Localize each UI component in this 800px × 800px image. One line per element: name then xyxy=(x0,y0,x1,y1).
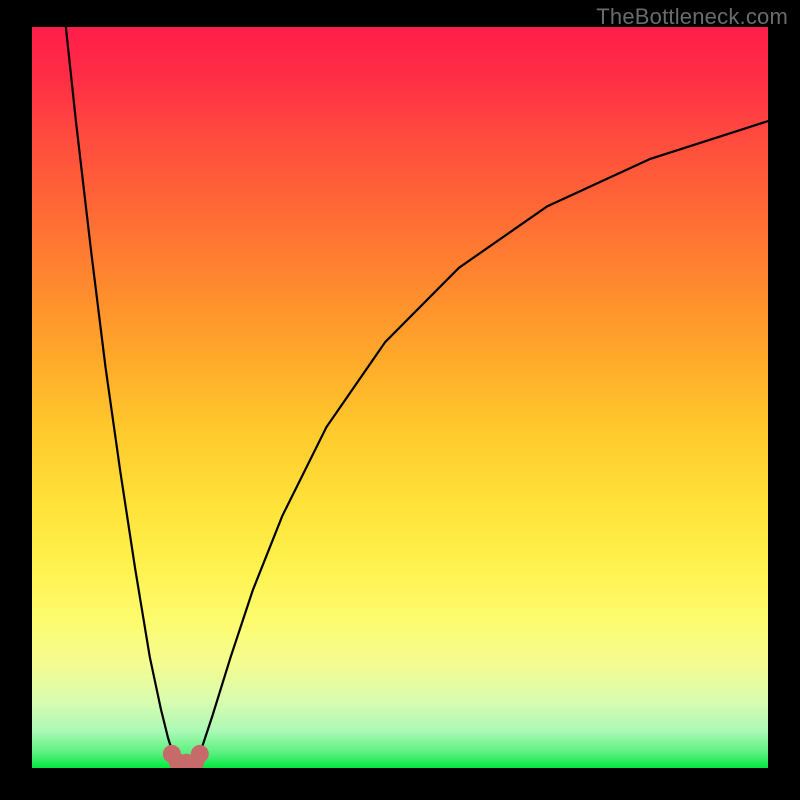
curve-right-branch xyxy=(195,121,768,762)
trough-markers xyxy=(163,745,209,768)
chart-svg xyxy=(32,27,768,768)
chart-plot-area xyxy=(32,27,768,768)
attribution-watermark: TheBottleneck.com xyxy=(596,4,788,30)
trough-marker xyxy=(191,745,209,763)
curve-left-branch xyxy=(66,27,178,762)
